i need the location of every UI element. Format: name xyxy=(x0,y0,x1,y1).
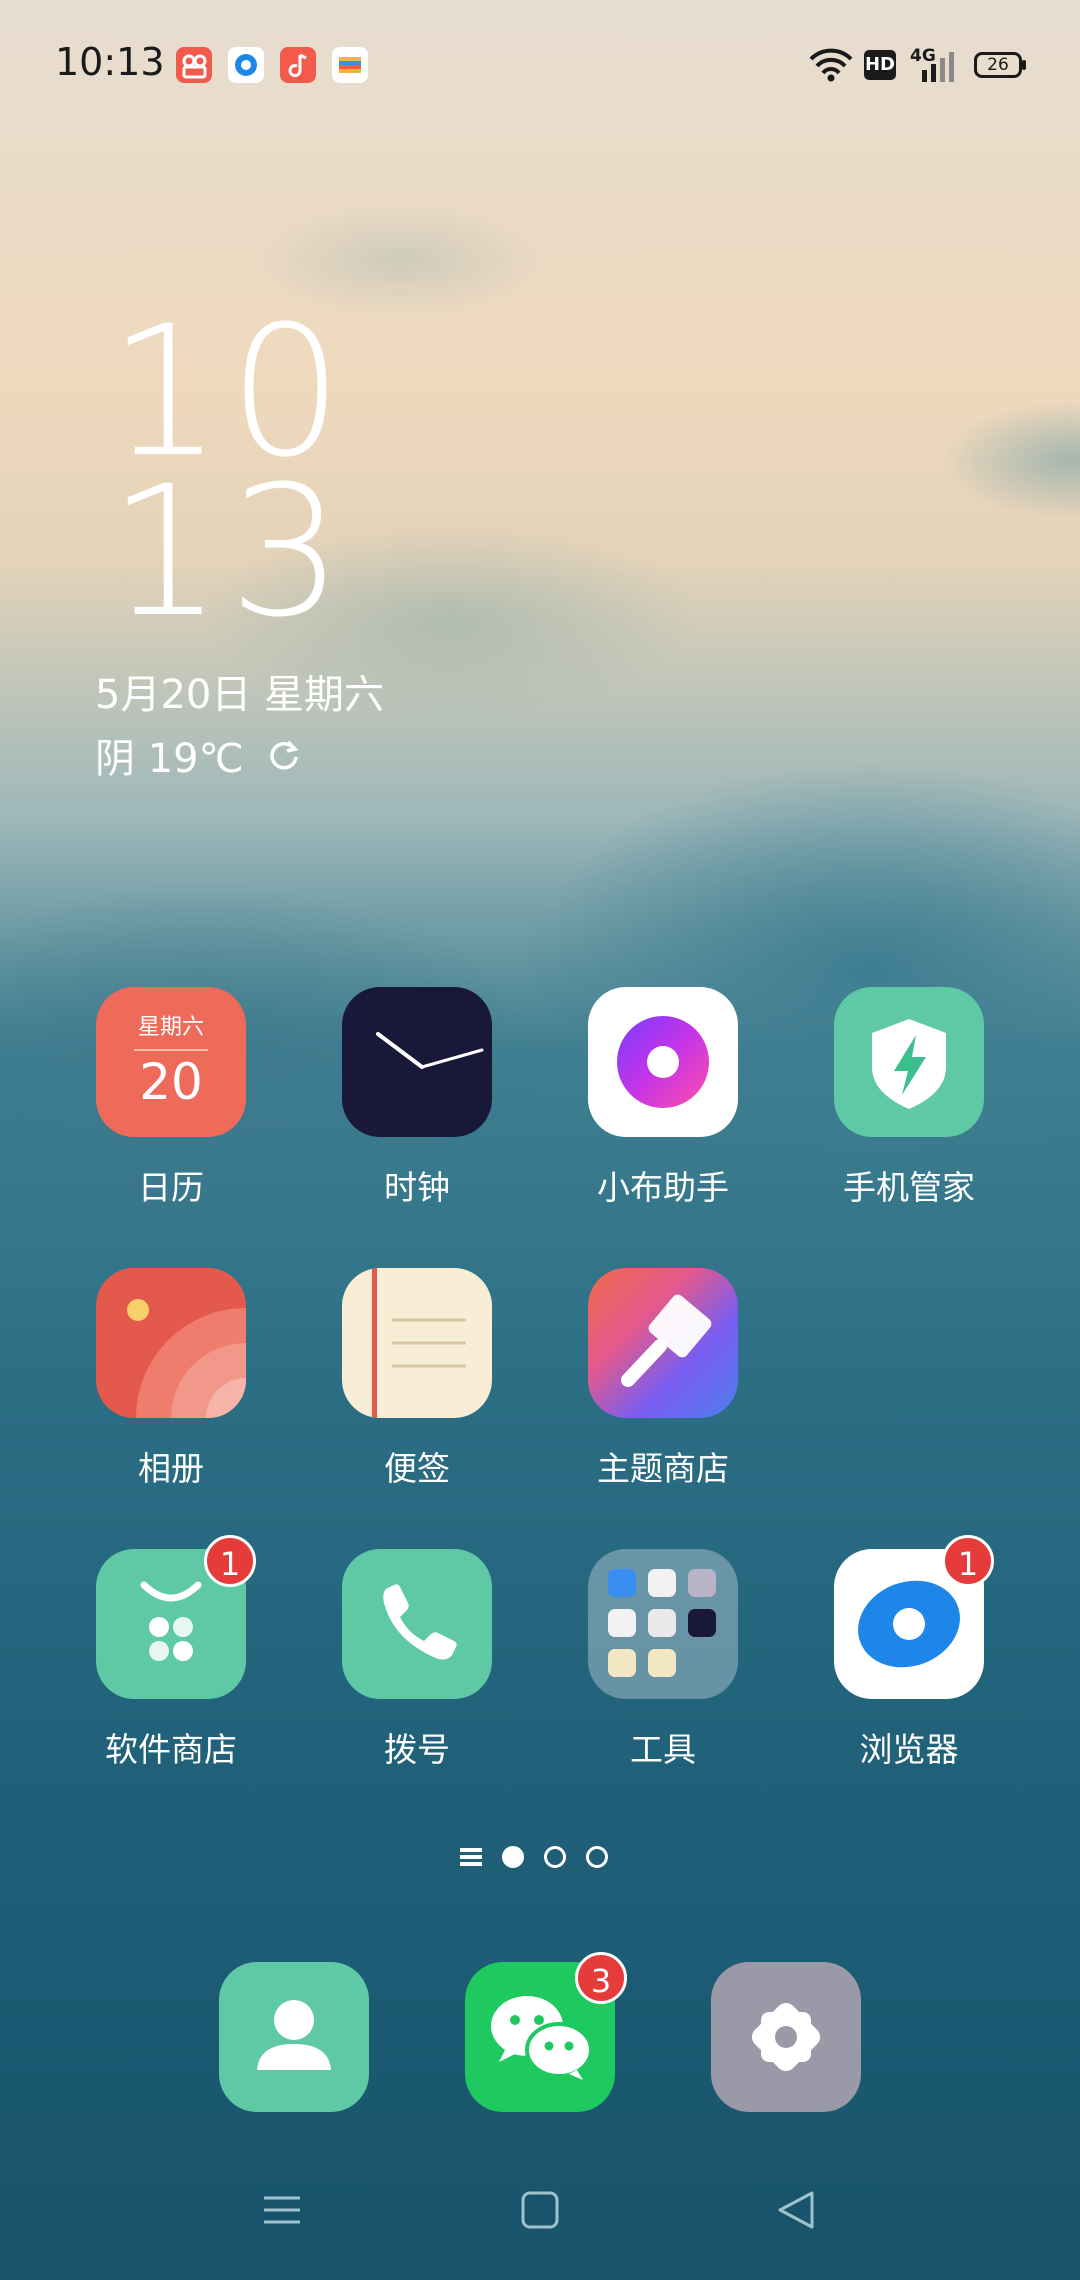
app-dialer[interactable]: 拨号 xyxy=(342,1549,492,1771)
app-label: 小布助手 xyxy=(597,1168,729,1207)
battery-icon: 26 xyxy=(974,52,1022,78)
app-label: 相册 xyxy=(138,1449,204,1488)
notification-icon-camera xyxy=(176,47,212,83)
contacts-icon xyxy=(219,1962,369,2112)
app-breeno[interactable]: 小布助手 xyxy=(588,987,738,1209)
status-bar: 10:13 HD 4G 26 xyxy=(0,0,1080,130)
navigation-bar xyxy=(0,2180,1080,2250)
date-label: 5月20日 星期六 xyxy=(95,672,385,718)
notes-icon xyxy=(342,1268,492,1418)
phone-icon xyxy=(342,1549,492,1699)
clock-minute: 13 xyxy=(108,448,350,657)
app-label: 主题商店 xyxy=(597,1449,729,1488)
app-label: 时钟 xyxy=(384,1168,450,1207)
app-notes[interactable]: 便签 xyxy=(342,1268,492,1490)
hd-icon: HD xyxy=(864,50,896,80)
notification-badge: 3 xyxy=(575,1952,627,2004)
app-software-store[interactable]: 1 软件商店 xyxy=(96,1535,256,1771)
app-clock[interactable]: 时钟 xyxy=(342,987,492,1209)
signal-icon xyxy=(922,52,954,82)
calendar-icon: 星期六 20 xyxy=(96,987,246,1137)
page-dot[interactable] xyxy=(544,1846,566,1868)
app-browser[interactable]: 1 浏览器 xyxy=(834,1535,994,1771)
folder-tools[interactable]: 工具 xyxy=(588,1549,738,1771)
battery-level: 26 xyxy=(987,55,1009,75)
settings-icon xyxy=(711,1962,861,2112)
weather-label: 阴 19℃ xyxy=(95,736,244,782)
app-label: 工具 xyxy=(630,1730,696,1769)
app-photos[interactable]: 相册 xyxy=(96,1268,246,1490)
paintbrush-icon xyxy=(588,1268,738,1418)
folder-icon xyxy=(588,1549,738,1699)
notification-badge: 1 xyxy=(942,1535,994,1587)
weather-row[interactable]: 阴 19℃ xyxy=(95,726,302,784)
app-label: 手机管家 xyxy=(843,1168,975,1207)
photos-icon xyxy=(96,1268,246,1418)
calendar-day: 20 xyxy=(139,1053,203,1111)
dock-wechat[interactable]: 3 xyxy=(465,1952,627,2112)
calendar-weekday: 星期六 xyxy=(137,1015,204,1040)
breeno-icon xyxy=(588,987,738,1137)
page-dot-active[interactable] xyxy=(502,1846,524,1868)
app-label: 便签 xyxy=(384,1449,450,1488)
refresh-icon[interactable] xyxy=(266,737,302,773)
clock-hour: 10 xyxy=(108,288,350,497)
notification-badge: 1 xyxy=(204,1535,256,1587)
notification-icon-wallet xyxy=(332,47,368,83)
clock-icon xyxy=(342,987,492,1137)
page-dot[interactable] xyxy=(586,1846,608,1868)
wifi-icon xyxy=(809,48,853,82)
page-indicator[interactable] xyxy=(460,1846,608,1868)
app-label: 软件商店 xyxy=(105,1730,237,1769)
back-nav-icon[interactable] xyxy=(776,2190,816,2230)
app-phone-manager[interactable]: 手机管家 xyxy=(834,987,984,1209)
battery-tip xyxy=(1022,60,1026,70)
status-time: 10:13 xyxy=(55,40,165,84)
shield-icon xyxy=(834,987,984,1137)
list-icon[interactable] xyxy=(460,1846,482,1868)
app-label: 拨号 xyxy=(384,1730,450,1769)
app-calendar[interactable]: 星期六 20 日历 xyxy=(96,987,246,1209)
app-theme-store[interactable]: 主题商店 xyxy=(588,1268,738,1490)
app-label: 浏览器 xyxy=(859,1730,959,1769)
dock-contacts[interactable] xyxy=(219,1962,369,2112)
home-screen: 10:13 HD 4G 26 10 13 5月20日 星期六 阴 19℃ 星期六… xyxy=(0,0,1080,2280)
notification-icon-browser xyxy=(228,47,264,83)
app-label: 日历 xyxy=(138,1168,204,1207)
wallpaper-cloud xyxy=(940,400,1080,520)
notification-icon-music xyxy=(280,47,316,83)
dock-settings[interactable] xyxy=(711,1962,861,2112)
menu-nav-icon[interactable] xyxy=(262,2190,302,2230)
home-nav-icon[interactable] xyxy=(520,2190,560,2230)
